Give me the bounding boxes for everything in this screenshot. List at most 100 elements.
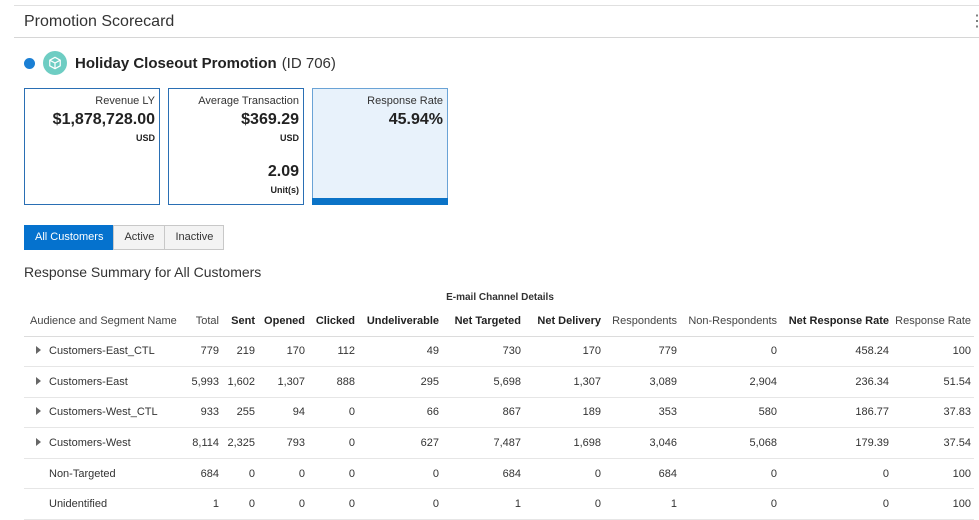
table-row[interactable]: Customers-West_CTL 933 255 94 0 66 867 189 353 58… — [24, 397, 974, 429]
card-value: $369.29 — [241, 111, 299, 128]
column-header[interactable]: Undeliverable — [358, 306, 442, 337]
segment-name-cell: Non-Targeted — [24, 458, 184, 490]
table-row[interactable]: Customers-East_CTL 779 219 170 112 49 730 170 77… — [24, 336, 974, 368]
table-cell: 1,307 — [524, 366, 604, 398]
table-cell: 51.54 — [892, 366, 974, 398]
table-cell: 3,046 — [604, 427, 680, 459]
table-cell: 1 — [442, 488, 524, 520]
column-header[interactable]: Respondents — [604, 306, 680, 337]
tab-inactive[interactable]: Inactive — [164, 225, 225, 250]
response-summary-table: Audience and Segment Name Total Sent Ope… — [24, 306, 974, 520]
table-cell: 170 — [258, 336, 308, 368]
table-cell: 627 — [358, 427, 442, 459]
table-cell: 0 — [222, 458, 258, 490]
table-cell: 236.34 — [780, 366, 892, 398]
table-cell: 888 — [308, 366, 358, 398]
table-cell: 0 — [308, 397, 358, 429]
section-title: Response Summary for All Customers — [24, 264, 262, 280]
promotion-name: Holiday Closeout Promotion — [75, 54, 277, 72]
column-group-header: E-mail Channel Details — [446, 292, 554, 303]
promotion-heading: Holiday Closeout Promotion (ID 706) — [24, 50, 336, 76]
table-cell: 0 — [780, 458, 892, 490]
average-transaction-card[interactable]: Average Transaction $369.29 USD 2.09 Uni… — [168, 88, 304, 205]
table-row[interactable]: Unidentified 1 0 0 0 0 1 0 1 0 0 100 — [24, 488, 974, 520]
column-header[interactable]: Clicked — [308, 306, 358, 337]
table-cell: 0 — [780, 488, 892, 520]
table-cell: 0 — [680, 336, 780, 368]
table-cell: 5,698 — [442, 366, 524, 398]
table-cell: 186.77 — [780, 397, 892, 429]
table-cell: 100 — [892, 336, 974, 368]
card-secondary-value: 2.09 — [267, 163, 299, 180]
more-options-icon[interactable]: ⋮ — [969, 11, 979, 33]
table-cell: 0 — [680, 458, 780, 490]
column-header[interactable]: Net Targeted — [442, 306, 524, 337]
column-header[interactable]: Opened — [258, 306, 308, 337]
revenue-ly-card[interactable]: Revenue LY $1,878,728.00 USD — [24, 88, 160, 205]
table-cell: 867 — [442, 397, 524, 429]
table-cell: 179.39 — [780, 427, 892, 459]
card-label: Response Rate — [367, 95, 443, 107]
table-cell: 0 — [308, 488, 358, 520]
table-row[interactable]: Non-Targeted 684 0 0 0 0 684 0 684 0 0 100 — [24, 458, 974, 490]
card-label: Revenue LY — [95, 95, 155, 107]
expand-triangle-icon[interactable] — [36, 376, 41, 385]
card-unit: USD — [135, 133, 155, 143]
card-value: $1,878,728.00 — [52, 111, 155, 128]
table-cell: 0 — [308, 458, 358, 490]
table-cell: 100 — [892, 488, 974, 520]
page-header: Promotion Scorecard ⋮ — [14, 6, 979, 38]
segment-name: Customers-West — [49, 437, 131, 450]
table-cell: 933 — [184, 397, 222, 429]
column-header[interactable]: Response Rate — [892, 306, 974, 337]
table-cell: 2,904 — [680, 366, 780, 398]
table-row[interactable]: Customers-East 5,993 1,602 1,307 888 295 5,698… — [24, 366, 974, 398]
column-header[interactable]: Net Response Rate — [780, 306, 892, 337]
table-cell: 580 — [680, 397, 780, 429]
column-header[interactable]: Sent — [222, 306, 258, 337]
segment-name: Non-Targeted — [49, 467, 116, 480]
table-row[interactable]: Customers-West 8,114 2,325 793 0 627 7,487 1,69… — [24, 427, 974, 459]
table-cell: 0 — [258, 488, 308, 520]
expand-triangle-icon[interactable] — [36, 438, 41, 447]
card-value: 45.94% — [388, 111, 443, 128]
expand-triangle-icon[interactable] — [36, 346, 41, 355]
table-cell: 37.54 — [892, 427, 974, 459]
segment-name-cell: Customers-West — [24, 427, 184, 459]
segment-name: Customers-West_CTL — [49, 406, 158, 419]
column-header[interactable]: Net Delivery — [524, 306, 604, 337]
selected-indicator — [312, 198, 448, 205]
segment-name-cell: Customers-East_CTL — [24, 336, 184, 368]
table-cell: 0 — [222, 488, 258, 520]
card-label: Average Transaction — [198, 95, 299, 107]
table-cell: 0 — [358, 488, 442, 520]
table-cell: 37.83 — [892, 397, 974, 429]
table-cell: 5,068 — [680, 427, 780, 459]
segment-name: Customers-East_CTL — [49, 345, 155, 358]
table-cell: 684 — [184, 458, 222, 490]
table-cell: 3,089 — [604, 366, 680, 398]
tab-active[interactable]: Active — [113, 225, 166, 250]
table-cell: 295 — [358, 366, 442, 398]
table-cell: 730 — [442, 336, 524, 368]
table-cell: 0 — [258, 458, 308, 490]
table-cell: 0 — [524, 458, 604, 490]
promotion-id: (ID 706) — [281, 54, 336, 72]
customer-filter-tabs: All Customers Active Inactive — [24, 225, 225, 250]
response-rate-card[interactable]: Response Rate 45.94% — [312, 88, 448, 205]
column-header[interactable]: Non-Respondents — [680, 306, 780, 337]
column-header[interactable]: Audience and Segment Name — [24, 306, 184, 337]
segment-name: Customers-East — [49, 375, 128, 388]
expand-triangle-icon[interactable] — [36, 407, 41, 416]
column-header[interactable]: Total — [184, 306, 222, 337]
table-cell: 94 — [258, 397, 308, 429]
table-cell: 1,602 — [222, 366, 258, 398]
table-cell: 8,114 — [184, 427, 222, 459]
segment-name-cell: Customers-West_CTL — [24, 397, 184, 429]
tab-all-customers[interactable]: All Customers — [24, 225, 115, 250]
table-cell: 0 — [308, 427, 358, 459]
table-cell: 255 — [222, 397, 258, 429]
table-cell: 7,487 — [442, 427, 524, 459]
cube-icon — [43, 51, 67, 75]
table-cell: 170 — [524, 336, 604, 368]
